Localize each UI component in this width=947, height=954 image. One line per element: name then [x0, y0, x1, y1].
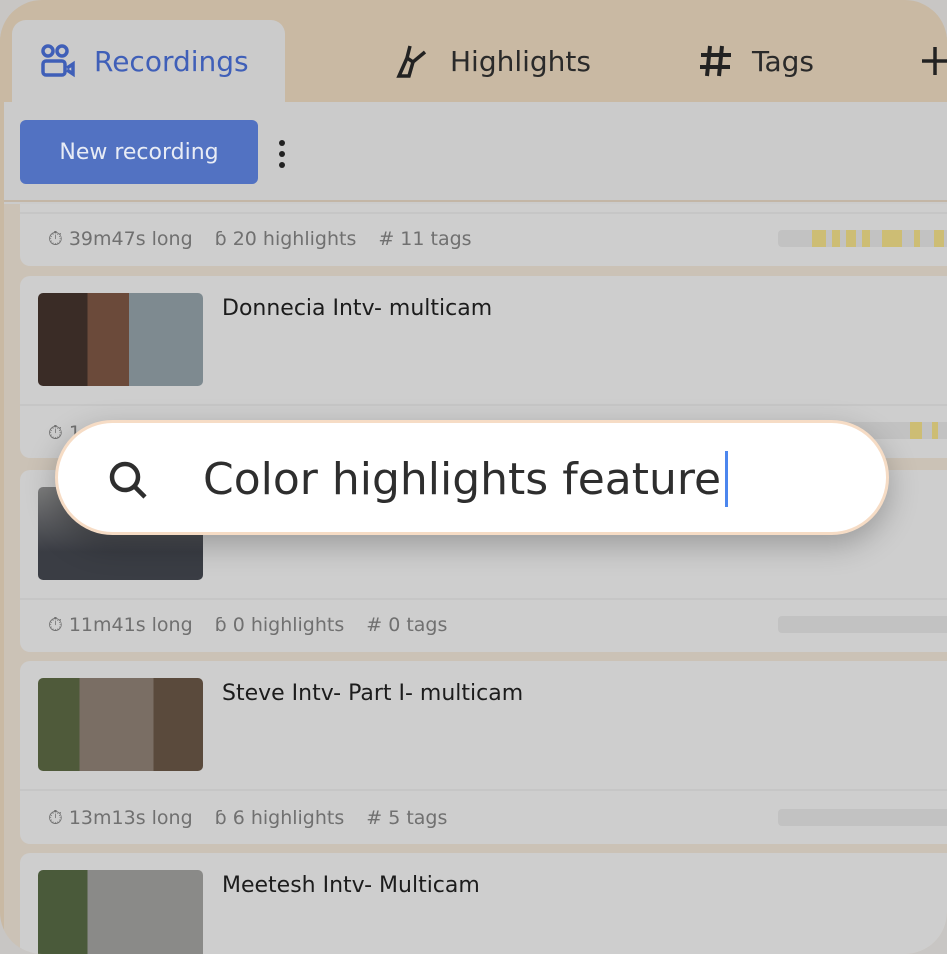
more-options-icon[interactable] [278, 140, 286, 168]
highlighter-icon: ɓ [214, 228, 227, 250]
hash-icon: # [378, 228, 395, 250]
recording-meta: ⏱ 13m13s long ɓ6 highlights #5 tags [48, 807, 448, 829]
app-window: Recordings Highlights Tags New recording… [0, 0, 947, 954]
tab-bar: Recordings Highlights Tags [0, 10, 947, 102]
stopwatch-icon: ⏱ [48, 228, 63, 250]
highlight-timeline [778, 809, 947, 826]
recording-title: Meetesh Intv- Multicam [222, 873, 480, 898]
highlighter-icon [396, 45, 427, 78]
highlight-timeline [778, 230, 947, 247]
new-recording-button[interactable]: New recording [20, 120, 258, 184]
recording-title: Steve Intv- Part I- multicam [222, 681, 524, 706]
recordings-icon [41, 44, 75, 78]
recording-card[interactable]: Meetesh Intv- Multicam [20, 853, 947, 954]
plus-icon [922, 47, 947, 75]
tab-highlights[interactable]: Highlights [396, 20, 591, 102]
search-bar[interactable]: Color highlights feature [55, 420, 889, 535]
recording-thumbnail [38, 678, 203, 771]
recording-meta: ⏱ 39m47s long ɓ 20 highlights #11 tags [48, 228, 472, 250]
recordings-list: ⏱ 39m47s long ɓ 20 highlights #11 tags Don… [4, 204, 947, 954]
stopwatch-icon: ⏱ [48, 807, 63, 829]
highlighter-icon: ɓ [214, 614, 227, 636]
tab-label: Recordings [94, 44, 249, 78]
recording-card[interactable]: ⏱ 39m47s long ɓ 20 highlights #11 tags [20, 204, 947, 266]
recording-card[interactable]: Steve Intv- Part I- multicam ⏱ 13m13s lon… [20, 661, 947, 844]
text-caret [725, 451, 729, 507]
tab-label: Tags [752, 44, 814, 78]
recording-thumbnail [38, 293, 203, 386]
hash-icon [700, 45, 731, 77]
search-icon [109, 461, 147, 499]
tab-recordings[interactable]: Recordings [12, 20, 285, 102]
tab-add[interactable] [920, 20, 947, 102]
recording-thumbnail [38, 870, 203, 954]
search-input[interactable]: Color highlights feature [203, 451, 729, 507]
highlighter-icon: ɓ [214, 807, 227, 829]
tab-label: Highlights [450, 44, 591, 78]
hash-icon: # [366, 614, 383, 636]
highlight-timeline [778, 616, 947, 633]
stopwatch-icon: ⏱ [48, 422, 63, 444]
toolbar: New recording [4, 102, 947, 202]
stopwatch-icon: ⏱ [48, 614, 63, 636]
hash-icon: # [366, 807, 383, 829]
tab-tags[interactable]: Tags [698, 20, 814, 102]
recording-title: Donnecia Intv- multicam [222, 296, 493, 321]
recording-meta: ⏱ 11m41s long ɓ0 highlights #0 tags [48, 614, 448, 636]
